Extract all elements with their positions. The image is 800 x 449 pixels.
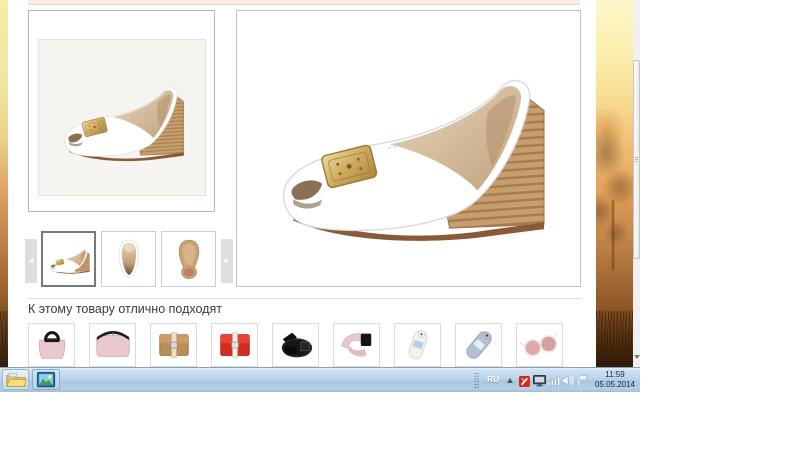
- prev-arrow-icon: ◄: [27, 256, 35, 265]
- desktop-wallpaper-right-sliver: [596, 0, 633, 367]
- taskbar-image-viewer-button[interactable]: [32, 369, 60, 390]
- red-wallet-image: [213, 326, 257, 364]
- taskbar-clock[interactable]: 11:59 05.05.2014: [592, 370, 638, 390]
- shoe-top-thumb-image: [108, 236, 150, 282]
- gallery-thumbnail-side-view[interactable]: [41, 231, 96, 287]
- display-tray-icon[interactable]: [533, 375, 546, 387]
- wallpaper-tree-silhouette: [596, 115, 633, 275]
- taskbar-explorer-button[interactable]: [2, 369, 29, 390]
- next-arrow-icon: ►: [223, 256, 231, 265]
- related-item-pink-handbag[interactable]: [28, 323, 75, 367]
- kaspersky-tray-icon[interactable]: [519, 376, 530, 387]
- white-sock-image: [396, 326, 440, 364]
- shoe-main-image: [245, 35, 573, 267]
- related-items-row: [28, 323, 563, 367]
- related-item-black-belt[interactable]: [272, 323, 319, 367]
- related-item-pink-sunglasses[interactable]: [516, 323, 563, 367]
- show-hidden-icons-arrow-icon[interactable]: [507, 378, 513, 383]
- gallery-next-arrow-button[interactable]: ►: [221, 239, 233, 283]
- network-signal-tray-icon[interactable]: [548, 375, 560, 386]
- language-indicator[interactable]: RU: [487, 374, 499, 384]
- gallery-thumbnail-top-view[interactable]: [101, 231, 156, 287]
- pink-handbag-image: [30, 326, 74, 364]
- related-item-pink-clutch-case[interactable]: [89, 323, 136, 367]
- pink-clutch-case-image: [91, 326, 135, 364]
- black-belt-image: [274, 326, 318, 364]
- blue-gray-sock-image: [457, 326, 501, 364]
- volume-tray-icon[interactable]: [562, 375, 575, 386]
- related-item-pink-belt[interactable]: [333, 323, 380, 367]
- shoe-sole-thumb-image: [168, 236, 210, 282]
- shoe-side-thumb-image: [44, 242, 94, 278]
- taskbar-grip-handle[interactable]: [474, 372, 479, 389]
- related-item-blue-gray-sock[interactable]: [455, 323, 502, 367]
- shoe-preview-image: [47, 66, 197, 174]
- windows-explorer-icon: [4, 370, 28, 390]
- related-item-red-wallet[interactable]: [211, 323, 258, 367]
- action-center-flag-icon[interactable]: [577, 374, 589, 386]
- pink-belt-image: [335, 326, 379, 364]
- section-divider: [28, 298, 582, 299]
- pink-sunglasses-image: [518, 326, 562, 364]
- screenshot-root: { "banner": { "color": "#fbe9e2" }, "gal…: [0, 0, 800, 449]
- scrollbar-thumb[interactable]: [633, 60, 640, 259]
- webpage-content: ◄ ► К этому товару отлично подходят: [8, 0, 596, 367]
- wallpaper-tree-trunk: [612, 200, 614, 270]
- clock-time: 11:59: [592, 370, 638, 380]
- image-viewer-icon: [34, 370, 58, 390]
- related-item-white-sock[interactable]: [394, 323, 441, 367]
- vertical-scrollbar[interactable]: [633, 0, 640, 367]
- gallery-prev-arrow-button[interactable]: ◄: [25, 239, 37, 283]
- product-preview-photo[interactable]: [38, 39, 206, 196]
- product-main-image-box[interactable]: [236, 10, 581, 287]
- desktop-wallpaper-left-sliver: [0, 0, 8, 367]
- related-item-tan-wallet[interactable]: [150, 323, 197, 367]
- wallpaper-grass-texture: [0, 311, 8, 367]
- related-items-heading: К этому товару отлично подходят: [28, 302, 222, 316]
- wallpaper-grass-texture: [596, 311, 633, 367]
- product-preview-box: [28, 10, 215, 212]
- scrollbar-thumb-grip: [635, 157, 638, 163]
- scrollbar-down-arrow-icon[interactable]: [634, 355, 640, 359]
- tan-wallet-image: [152, 326, 196, 364]
- windows-taskbar: RU 11:59 05.05.2014: [0, 367, 640, 392]
- gallery-thumbnail-sole-view[interactable]: [161, 231, 216, 287]
- clock-date: 05.05.2014: [592, 380, 638, 390]
- page-top-pink-banner: [28, 0, 580, 5]
